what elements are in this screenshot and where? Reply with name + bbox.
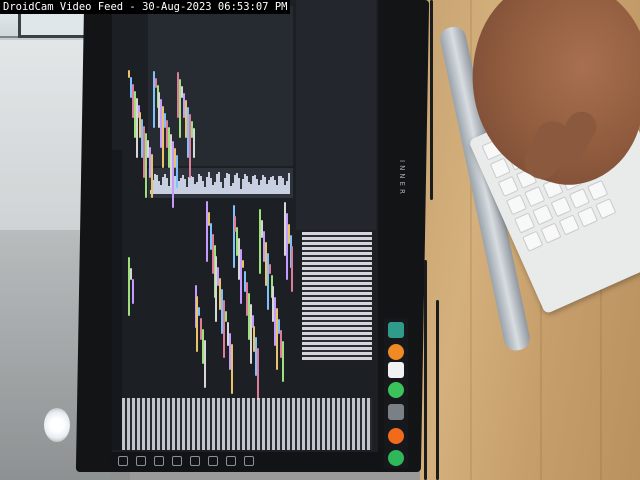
code-line — [242, 260, 244, 268]
code-line — [223, 300, 225, 358]
key — [497, 175, 519, 197]
code-line — [240, 249, 243, 304]
browser-icon — [388, 428, 404, 444]
key — [524, 185, 546, 208]
taskbar-icon — [226, 456, 236, 466]
code-line — [249, 304, 252, 364]
key — [558, 214, 580, 236]
key — [587, 179, 609, 201]
wave-bar — [288, 173, 290, 194]
firefox-icon — [388, 344, 404, 360]
code-line — [281, 341, 284, 382]
code-line — [276, 308, 279, 370]
code-line — [257, 348, 260, 400]
code-line — [266, 253, 269, 310]
camera-scene: INNER DroidCam Video Feed - 30-Aug-2023 … — [0, 0, 640, 480]
code-line — [128, 257, 131, 316]
settings-icon — [388, 404, 404, 420]
chat-icon — [388, 382, 404, 398]
cable — [430, 0, 433, 200]
code-line — [175, 155, 178, 188]
taskbar-icon — [154, 456, 164, 466]
code-line — [230, 344, 233, 394]
code-line — [132, 279, 135, 304]
code-line — [150, 154, 153, 198]
taskbar-icon — [208, 456, 218, 466]
side-pane — [296, 0, 376, 230]
cable — [424, 260, 427, 480]
data-table — [302, 232, 372, 360]
taskbar-icon — [136, 456, 146, 466]
taskbar-icon — [172, 456, 182, 466]
taskbar-icon — [190, 456, 200, 466]
code-line — [285, 213, 288, 280]
code-line — [198, 307, 201, 316]
code-line — [224, 311, 227, 322]
code-line — [232, 205, 235, 268]
files-icon — [388, 362, 404, 378]
cable — [436, 300, 439, 480]
key — [514, 212, 536, 234]
messenger-icon — [388, 450, 404, 466]
code-line — [205, 201, 208, 262]
code-line — [192, 128, 195, 158]
key — [489, 157, 511, 179]
code-line — [259, 209, 262, 274]
key — [522, 230, 544, 252]
ceiling-lamp — [44, 408, 70, 442]
code-line — [268, 264, 271, 274]
taskbar-icon — [118, 456, 128, 466]
app-icon — [388, 322, 404, 338]
ide-sidebar — [112, 150, 122, 450]
key — [540, 222, 562, 244]
key — [505, 194, 528, 216]
key — [532, 204, 554, 226]
feed-title: DroidCam Video Feed - 30-Aug-2023 06:53:… — [0, 0, 291, 14]
terminal-output — [122, 398, 372, 450]
taskbar-icon — [244, 456, 254, 466]
key — [550, 196, 572, 218]
key — [568, 187, 590, 210]
monitor-brand: INNER — [398, 160, 406, 197]
code-line — [204, 340, 206, 388]
key — [595, 198, 617, 220]
key — [576, 206, 599, 228]
